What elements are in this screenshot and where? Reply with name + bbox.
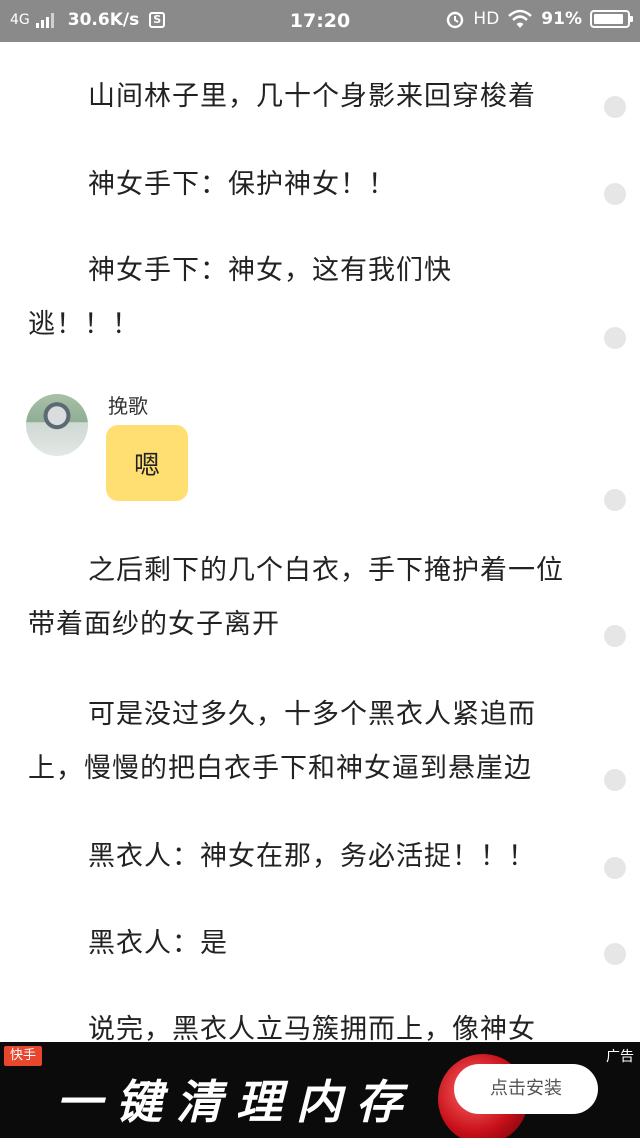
comment-dot[interactable] bbox=[604, 183, 626, 205]
speaker-avatar[interactable] bbox=[26, 394, 88, 456]
story-paragraph: 神女手下：保护神女！！ bbox=[88, 169, 396, 200]
story-paragraph: 山间林子里，几十个身影来回穿梭着 bbox=[88, 81, 536, 112]
comment-dot[interactable] bbox=[604, 327, 626, 349]
battery-icon bbox=[590, 10, 633, 28]
ad-tag: 广告 bbox=[606, 1049, 634, 1065]
wifi-icon bbox=[508, 9, 533, 28]
comment-dot[interactable] bbox=[604, 857, 626, 879]
hd-label: HD bbox=[473, 9, 500, 29]
story-paragraph: 神女手下：神女，这有我们快逃！！！ bbox=[28, 255, 452, 340]
comment-dot[interactable] bbox=[604, 769, 626, 791]
comment-dot[interactable] bbox=[604, 96, 626, 118]
chat-bubble: 嗯 bbox=[106, 425, 188, 501]
comment-dot[interactable] bbox=[604, 625, 626, 647]
comment-dot[interactable] bbox=[604, 489, 626, 511]
status-right: HD 91% bbox=[445, 9, 633, 29]
alarm-icon bbox=[447, 11, 464, 29]
battery-percent: 91% bbox=[541, 9, 582, 29]
story-paragraph: 可是没过多久，十多个黑衣人紧追而上，慢慢的把白衣手下和神女逼到悬崖边 bbox=[28, 699, 536, 784]
ad-title: 一键清理内存 bbox=[56, 1075, 416, 1129]
ad-brand-label: 快手 bbox=[4, 1046, 43, 1066]
story-paragraph: 之后剩下的几个白衣，手下掩护着一位带着面纱的女子离开 bbox=[28, 555, 564, 640]
story-paragraph: 黑衣人：神女在那，务必活捉！！！ bbox=[88, 841, 536, 872]
status-bar: 4G 30.6K/s S 17:20 HD 91% bbox=[0, 0, 640, 42]
speaker-name: 挽歌 bbox=[108, 394, 148, 418]
comment-dot[interactable] bbox=[604, 943, 626, 965]
story-paragraph: 黑衣人：是 bbox=[88, 928, 228, 959]
ad-install-button[interactable]: 点击安装 bbox=[454, 1064, 598, 1114]
